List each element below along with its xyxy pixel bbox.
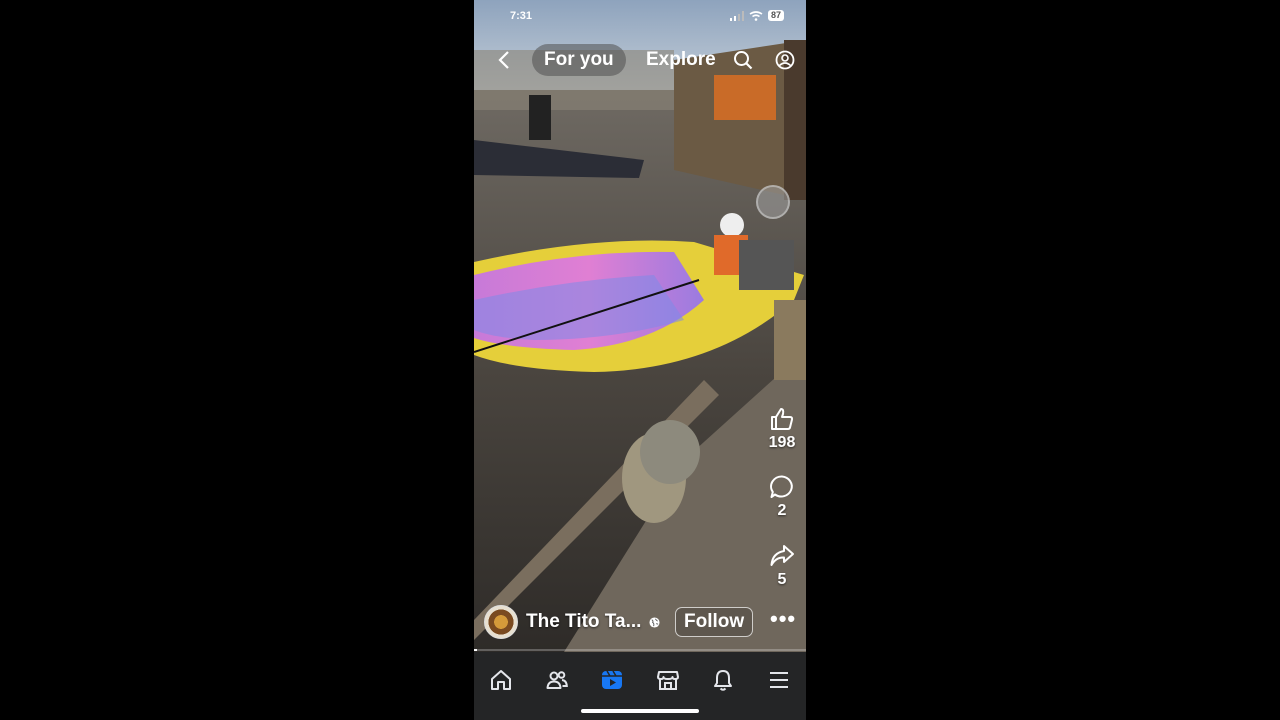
tab-menu[interactable]	[765, 666, 793, 694]
more-options-button[interactable]: •••	[770, 608, 796, 630]
like-icon	[771, 408, 794, 430]
floating-action-button[interactable]	[756, 185, 790, 219]
bottom-tab-bar	[474, 652, 806, 720]
tab-home[interactable]	[487, 666, 515, 694]
back-button[interactable]	[492, 44, 516, 76]
status-time: 7:31	[510, 10, 533, 22]
back-icon	[498, 51, 509, 69]
share-icon	[770, 545, 794, 566]
share-button[interactable]: 5	[762, 543, 802, 589]
search-button[interactable]	[730, 44, 756, 76]
profile-button[interactable]	[772, 44, 798, 76]
profile-icon	[775, 50, 795, 70]
phone-screen: 7:31 87 For you Explore 198 2 5 The Tito…	[474, 0, 806, 720]
tab-explore[interactable]: Explore	[646, 44, 742, 76]
globe-icon	[649, 616, 660, 628]
home-icon	[491, 670, 511, 690]
marketplace-icon	[657, 671, 679, 690]
comment-icon	[770, 475, 793, 498]
wifi-icon	[749, 10, 763, 21]
home-indicator[interactable]	[581, 709, 699, 713]
video-player[interactable]	[474, 0, 806, 652]
tab-friends[interactable]	[543, 666, 571, 694]
comment-count: 2	[777, 502, 787, 519]
share-count: 5	[777, 571, 787, 588]
menu-icon	[770, 672, 788, 688]
video-progress-fill	[474, 649, 478, 651]
tab-notifications[interactable]	[709, 666, 737, 694]
bell-icon	[714, 670, 732, 691]
search-icon	[734, 51, 753, 70]
tab-marketplace[interactable]	[654, 666, 682, 694]
comment-button[interactable]: 2	[762, 474, 802, 520]
tab-for-you[interactable]: For you	[532, 44, 626, 76]
status-icons: 87	[729, 10, 784, 21]
battery-level: 87	[767, 10, 784, 21]
video-progress-bar[interactable]	[474, 649, 806, 651]
like-button[interactable]: 198	[762, 406, 802, 452]
creator-info[interactable]: The Tito Ta...	[484, 605, 660, 639]
like-count: 198	[768, 434, 796, 451]
friends-icon	[546, 671, 568, 689]
video-icon	[602, 670, 622, 689]
follow-button[interactable]: Follow	[675, 607, 754, 637]
signal-icon	[729, 10, 744, 21]
creator-name[interactable]: The Tito Ta...	[526, 611, 641, 633]
tab-video[interactable]	[598, 666, 626, 694]
avatar[interactable]	[484, 605, 518, 639]
